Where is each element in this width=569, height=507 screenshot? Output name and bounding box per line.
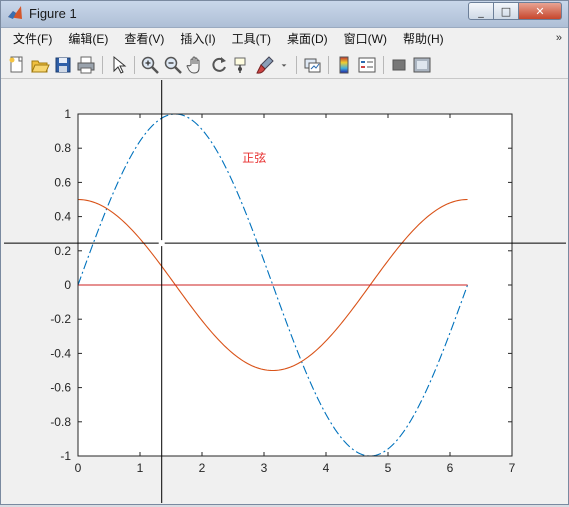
y-tick-label: -0.4 (50, 346, 71, 360)
figure-window: Figure 1 _ □ ✕ 文件(F) 编辑(E) 查看(V) 插入(I) 工… (0, 0, 569, 505)
menu-file[interactable]: 文件(F) (1, 28, 60, 50)
brush-icon[interactable] (255, 55, 275, 75)
menu-tools[interactable]: 工具(T) (224, 28, 279, 50)
x-tick-label: 6 (447, 461, 454, 475)
open-icon[interactable] (30, 55, 50, 75)
y-tick-label: 0.8 (54, 141, 71, 155)
zoom-in-icon[interactable] (140, 55, 160, 75)
crosshair-center (158, 240, 165, 247)
x-tick-label: 2 (199, 461, 206, 475)
matlab-logo-icon (8, 6, 22, 19)
link-plot-icon[interactable] (302, 55, 322, 75)
x-tick-label: 1 (137, 461, 144, 475)
toolbar-separator (328, 55, 329, 74)
menu-help[interactable]: 帮助(H) (395, 28, 452, 50)
toolbar-separator (134, 55, 135, 74)
data-cursor-icon[interactable] (232, 55, 252, 75)
print-icon[interactable] (76, 55, 96, 75)
double-chevron-icon[interactable]: » (556, 32, 562, 44)
toolbar-separator (296, 55, 297, 74)
annotation-label: 正弦 (242, 150, 266, 165)
y-tick-label: 0 (64, 278, 71, 292)
y-tick-label: 0.2 (54, 244, 71, 258)
window-title: Figure 1 (29, 6, 77, 21)
figure-canvas: 0 1 2 3 4 5 6 7 -1 -0.8 -0.6 -0.4 -0.2 0 0.2 0.4 0.6 0.8 1… (4, 80, 566, 503)
legend-icon[interactable] (357, 55, 377, 75)
show-plot-tools-icon[interactable] (412, 55, 432, 75)
toolbar-separator (383, 55, 384, 74)
maximize-button[interactable]: □ (494, 2, 519, 20)
y-tick-label: 1 (64, 107, 71, 121)
new-figure-icon[interactable] (7, 55, 27, 75)
hide-plot-tools-icon[interactable] (389, 55, 409, 75)
x-tick-label: 7 (509, 461, 516, 475)
x-tick-label: 5 (385, 461, 392, 475)
menu-edit[interactable]: 编辑(E) (60, 28, 116, 50)
zoom-out-icon[interactable] (163, 55, 183, 75)
title-bar[interactable]: Figure 1 _ □ ✕ (1, 1, 568, 28)
close-button[interactable]: ✕ (519, 2, 562, 20)
y-tick-label: 0.6 (54, 175, 71, 189)
pan-icon[interactable] (186, 55, 206, 75)
window-controls: _ □ ✕ (468, 2, 562, 20)
y-tick-label: 0.4 (54, 210, 71, 224)
menu-view[interactable]: 查看(V) (116, 28, 172, 50)
y-tick-label: -0.6 (50, 381, 71, 395)
rotate-icon[interactable] (209, 55, 229, 75)
y-tick-label: -0.8 (50, 415, 71, 429)
x-tick-label: 3 (261, 461, 268, 475)
menu-window[interactable]: 窗口(W) (336, 28, 395, 50)
minimize-button[interactable]: _ (468, 2, 494, 20)
pointer-icon[interactable] (108, 55, 128, 75)
menu-desktop[interactable]: 桌面(D) (279, 28, 336, 50)
dropdown-arrow-icon[interactable] (278, 55, 290, 75)
save-icon[interactable] (53, 55, 73, 75)
y-tick-label: -0.2 (50, 312, 71, 326)
y-tick-label: -1 (60, 449, 71, 463)
x-tick-label: 0 (75, 461, 82, 475)
toolbar-separator (102, 55, 103, 74)
menu-bar: 文件(F) 编辑(E) 查看(V) 插入(I) 工具(T) 桌面(D) 窗口(W… (1, 28, 568, 50)
x-tick-label: 4 (323, 461, 330, 475)
toolbar (1, 51, 568, 79)
colorbar-icon[interactable] (334, 55, 354, 75)
chart-svg[interactable]: 0 1 2 3 4 5 6 7 -1 -0.8 -0.6 -0.4 -0.2 0 0.2 0.4 0.6 0.8 1… (4, 80, 566, 503)
menu-insert[interactable]: 插入(I) (172, 28, 223, 50)
